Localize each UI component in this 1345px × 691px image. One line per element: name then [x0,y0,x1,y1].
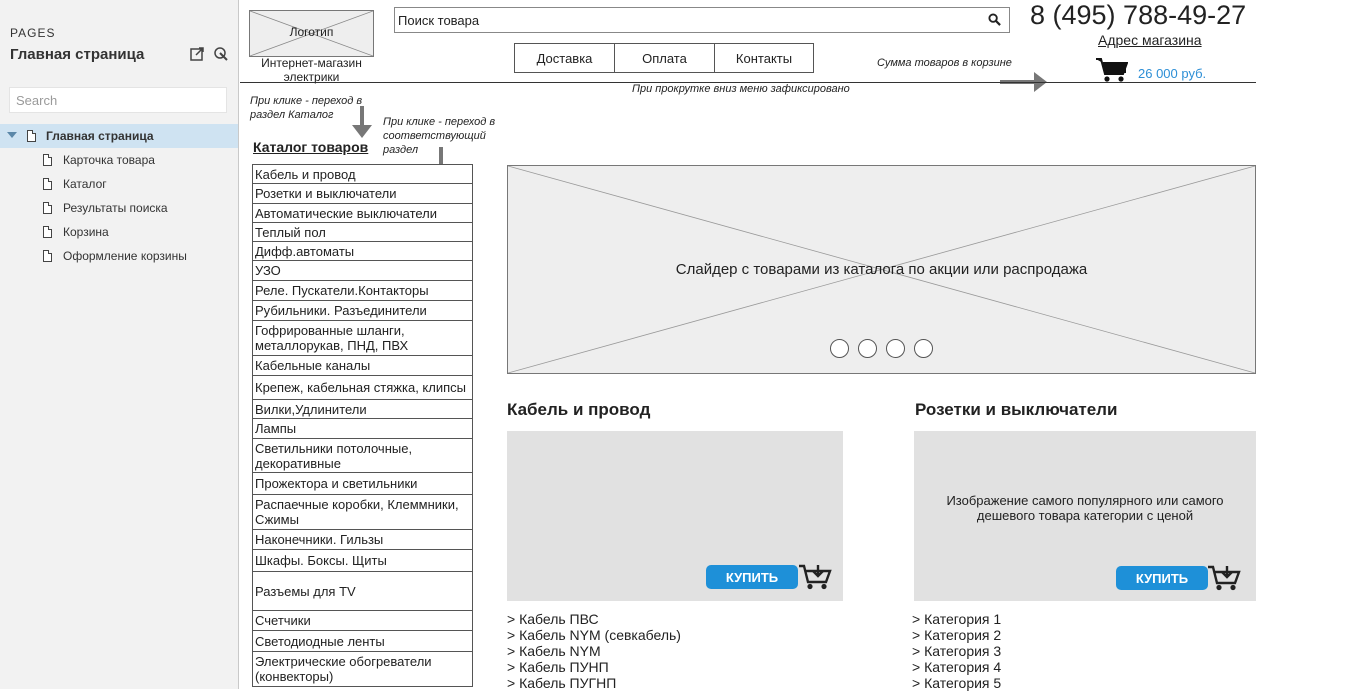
catalog-item[interactable]: Шкафы. Боксы. Щиты [252,549,473,572]
page-item-catalog[interactable]: Каталог [0,172,238,196]
page-item-cart[interactable]: Корзина [0,220,238,244]
subcategory-link[interactable]: > Кабель ПУНП [507,659,681,675]
store-tagline: Интернет-магазин электрики [249,56,374,84]
product-search-value: Поиск товара [398,13,480,28]
page-icon [27,130,36,142]
subcategory-link[interactable]: > Кабель NYM (севкабель) [507,627,681,643]
page-tree: Главная страница Карточка товара Каталог… [0,124,238,268]
page-icon [43,202,52,214]
page-item-label: Каталог [63,177,107,191]
page-icon [43,178,52,190]
catalog-item[interactable]: Гофрированные шланги, металлорукав, ПНД,… [252,320,473,356]
pages-heading: PAGES [10,26,56,40]
subcategory-list: > Кабель ПВС > Кабель NYM (севкабель) > … [507,611,681,691]
buy-button[interactable]: КУПИТЬ [1116,566,1208,590]
logo-label: Логотип [289,25,334,39]
nav-payment[interactable]: Оплата [614,43,715,73]
note-line: соответствующий [383,130,486,142]
arrow-down-icon [352,106,372,138]
store-address-link[interactable]: Адрес магазина [1098,32,1202,48]
catalog-item[interactable]: Кабельные каналы [252,355,473,376]
search-input[interactable] [9,87,227,113]
page-item-search-results[interactable]: Результаты поиска [0,196,238,220]
catalog-item[interactable]: Разъемы для TV [252,571,473,611]
catalog-menu: Кабель и провод Розетки и выключатели Ав… [252,164,473,687]
product-image-caption: Изображение самого популярного или самог… [914,493,1256,523]
slider-dot[interactable] [858,339,877,358]
catalog-item[interactable]: Теплый пол [252,222,473,242]
tagline-line: Интернет-магазин [261,56,362,70]
cart-icon[interactable] [1096,57,1128,83]
caption-line: дешевого товара категории с ценой [976,508,1194,523]
catalog-item[interactable]: Реле. Пускатели.Контакторы [252,280,473,301]
main-nav: Доставка Оплата Контакты [514,43,814,73]
catalog-item[interactable]: Розетки и выключатели [252,183,473,204]
subcategory-link[interactable]: > Категория 2 [912,627,1001,643]
nav-delivery[interactable]: Доставка [514,43,615,73]
caption-line: Изображение самого популярного или самог… [946,493,1224,508]
wireframe-canvas: Логотип Интернет-магазин электрики Поиск… [240,0,1345,691]
catalog-item[interactable]: Кабель и провод [252,164,473,184]
product-search-field[interactable]: Поиск товара [394,7,1010,33]
catalog-item[interactable]: Светодиодные ленты [252,630,473,652]
page-item-checkout[interactable]: Оформление корзины [0,244,238,268]
catalog-item[interactable]: Электрические обогреватели (конвекторы) [252,651,473,687]
section-title-cable[interactable]: Кабель и провод [507,400,650,420]
catalog-item[interactable]: Светильники потолочные, декоративные [252,438,473,473]
catalog-item[interactable]: Прожектора и светильники [252,472,473,495]
page-icon [43,250,52,262]
page-item-label: Главная страница [46,129,154,143]
page-item-product-card[interactable]: Карточка товара [0,148,238,172]
note-line: При клике - переход в [383,116,496,128]
cart-total[interactable]: 26 000 руб. [1138,66,1206,81]
catalog-title-link[interactable]: Каталог товаров [253,139,368,155]
subcategory-list: > Категория 1 > Категория 2 > Категория … [912,611,1001,691]
catalog-item[interactable]: Вилки,Удлинители [252,399,473,419]
catalog-item[interactable]: УЗО [252,260,473,281]
catalog-item[interactable]: Счетчики [252,610,473,631]
add-to-cart-icon[interactable] [1207,564,1241,591]
note-line: раздел Каталог [250,109,334,121]
section-title-sockets[interactable]: Розетки и выключатели [915,400,1117,420]
page-icon [43,154,52,166]
catalog-item[interactable]: Рубильники. Разъединители [252,300,473,321]
page-item-label: Результаты поиска [63,201,168,215]
subcategory-link[interactable]: > Кабель NYM [507,643,681,659]
page-item-label: Карточка товара [63,153,155,167]
subcategory-link[interactable]: > Кабель ПВС [507,611,681,627]
phone-number: 8 (495) 788-49-27 [1030,0,1247,30]
catalog-item[interactable]: Лампы [252,418,473,439]
note-line: При клике - переход в [250,95,363,107]
nav-contacts[interactable]: Контакты [714,43,814,73]
page-icon [43,226,52,238]
locate-page-icon[interactable] [213,46,229,62]
catalog-item[interactable]: Наконечники. Гильзы [252,529,473,550]
slider-dot[interactable] [830,339,849,358]
catalog-item[interactable]: Автоматические выключатели [252,203,473,223]
add-to-cart-icon[interactable] [798,563,832,590]
catalog-item[interactable]: Дифф.автоматы [252,241,473,261]
expand-caret-icon[interactable] [7,132,17,138]
subcategory-link[interactable]: > Категория 3 [912,643,1001,659]
subcategory-link[interactable]: > Категория 1 [912,611,1001,627]
slider-caption: Слайдер с товарами из каталога по акции … [675,261,1088,278]
subcategory-link[interactable]: > Категория 4 [912,659,1001,675]
export-icon[interactable] [189,46,205,62]
pages-panel: PAGES Главная страница Главная страница … [0,0,239,689]
slider-dot[interactable] [914,339,933,358]
search-icon[interactable] [988,13,1001,26]
catalog-click-note: При клике - переход в раздел Каталог [250,94,362,122]
slider-dot[interactable] [886,339,905,358]
page-item-label: Оформление корзины [63,249,187,263]
buy-button[interactable]: КУПИТЬ [706,565,798,589]
catalog-item[interactable]: Крепеж, кабельная стяжка, клипсы [252,375,473,400]
fixed-menu-note: При прокрутке вниз меню зафиксировано [632,83,850,95]
current-page-title: Главная страница [10,46,145,63]
page-item-home[interactable]: Главная страница [0,124,238,148]
page-item-label: Корзина [63,225,109,239]
cart-sum-note: Сумма товаров в корзине [877,57,1012,69]
catalog-item[interactable]: Распаечные коробки, Клеммники, Сжимы [252,494,473,530]
